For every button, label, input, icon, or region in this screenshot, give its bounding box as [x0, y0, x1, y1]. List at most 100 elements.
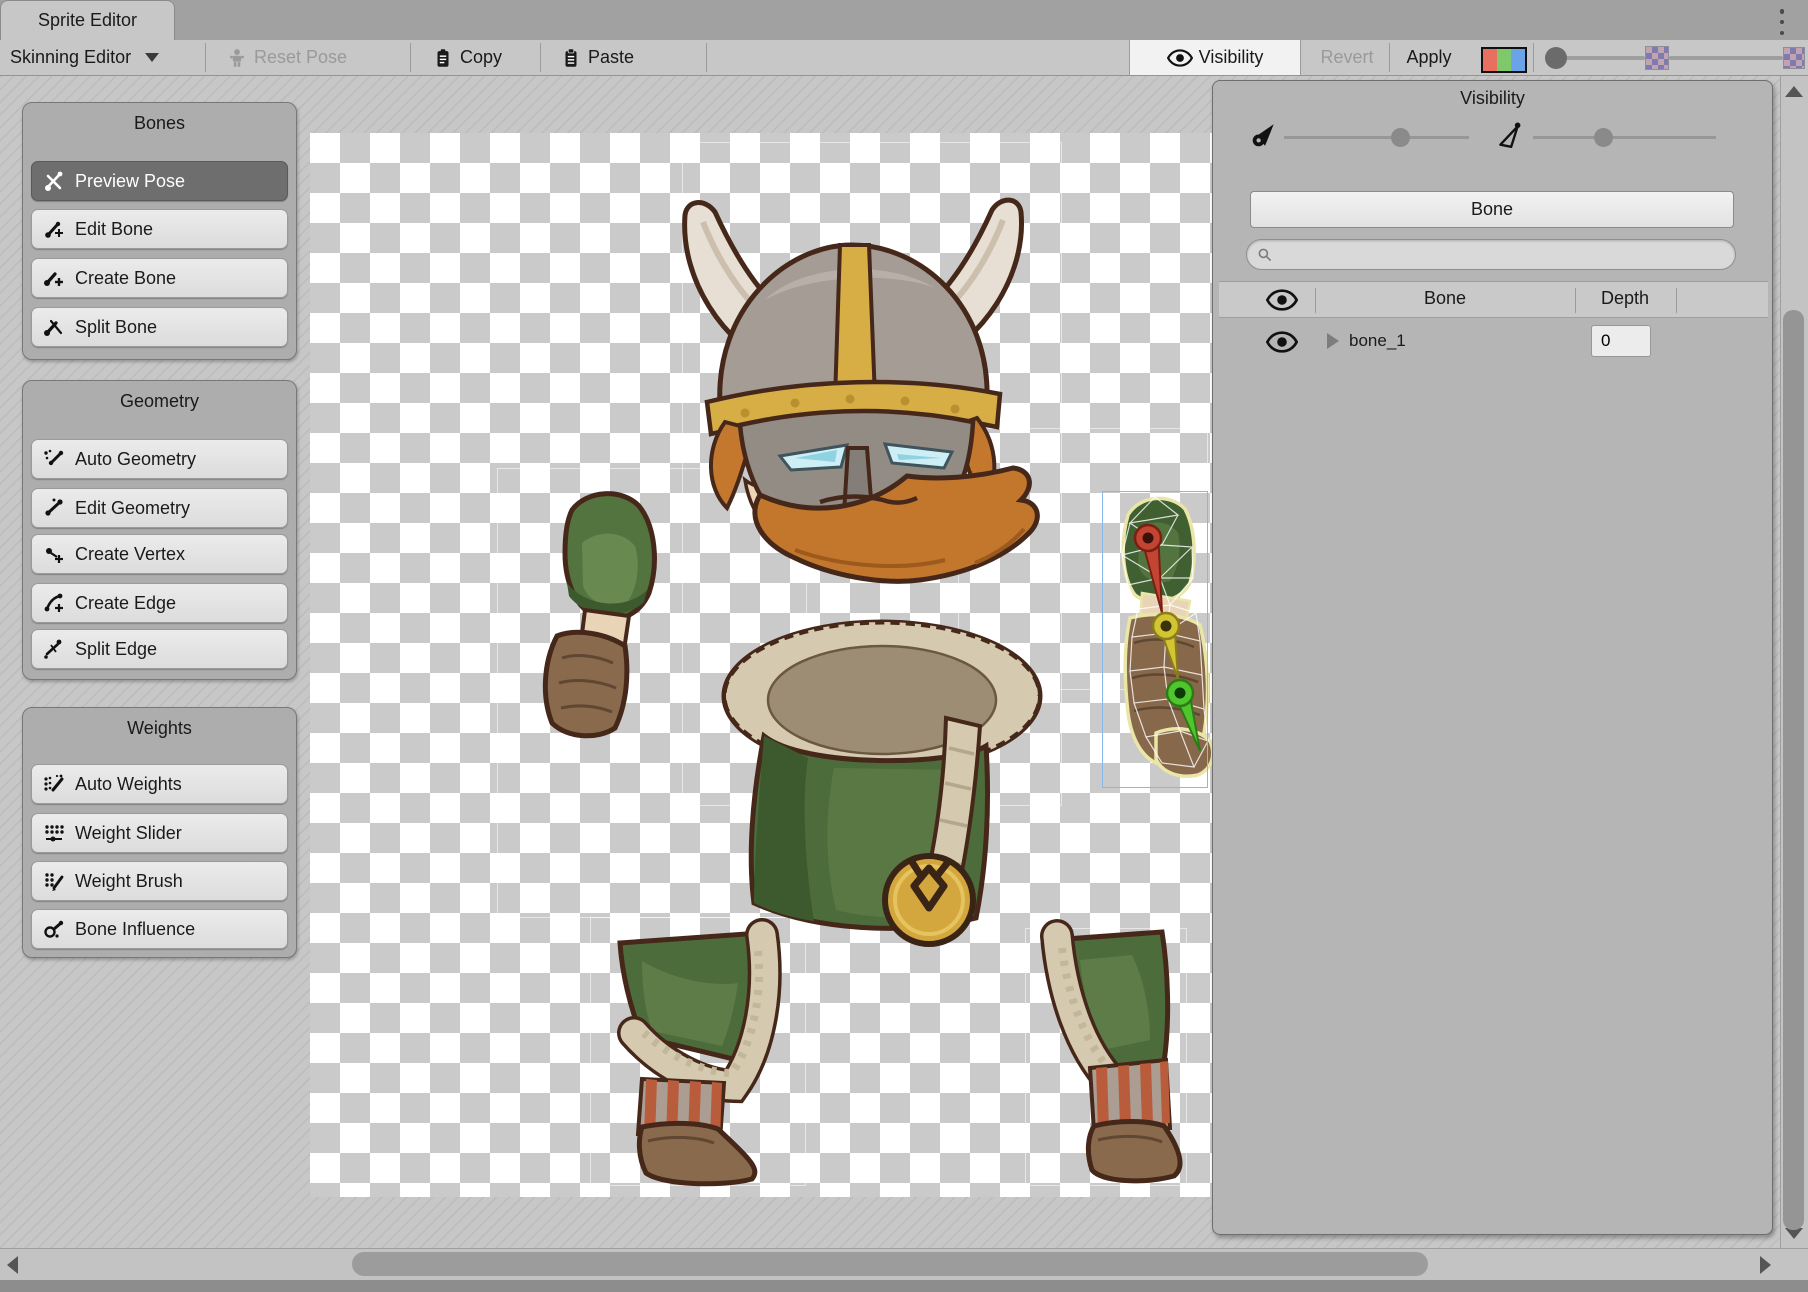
create-vertex-icon: [42, 542, 66, 566]
button-label: Preview Pose: [75, 171, 185, 192]
bone-table-header: Bone Depth: [1219, 281, 1768, 318]
chevron-down-icon: [145, 53, 159, 62]
button-label: Edit Geometry: [75, 498, 190, 519]
bone-name-label: bone_1: [1349, 331, 1406, 351]
bone-opacity-slider-handle[interactable]: [1391, 128, 1410, 147]
eye-icon[interactable]: [1266, 331, 1298, 353]
bone-opacity-icon: [1251, 121, 1277, 149]
sprite-alpha-slider-track[interactable]: [1563, 56, 1645, 60]
button-label: Bone Influence: [75, 919, 195, 940]
search-icon: [1257, 247, 1273, 263]
bone-table-row[interactable]: bone_1: [1219, 320, 1768, 364]
weight-slider-button[interactable]: Weight Slider: [31, 813, 288, 853]
weight-brush-icon: [42, 869, 66, 893]
head-sprite: [685, 200, 1038, 581]
split-bone-icon: [42, 315, 66, 339]
eye-icon[interactable]: [1266, 289, 1298, 311]
paste-label: Paste: [588, 47, 634, 68]
button-label: Edit Bone: [75, 219, 153, 240]
horizontal-scrollbar-thumb[interactable]: [352, 1252, 1428, 1276]
bone-influence-icon: [42, 917, 66, 941]
skinning-editor-label: Skinning Editor: [10, 47, 131, 68]
bones-panel-title: Bones: [23, 103, 296, 134]
button-label: Weight Brush: [75, 871, 183, 892]
apply-label: Apply: [1406, 47, 1451, 68]
auto-geometry-button[interactable]: Auto Geometry: [31, 439, 288, 479]
mitten-sprite: [545, 494, 654, 736]
sprite-alpha-slider-handle[interactable]: [1545, 47, 1567, 69]
scroll-up-arrow[interactable]: [1785, 86, 1803, 97]
edit-geometry-button[interactable]: Edit Geometry: [31, 488, 288, 528]
edit-bone-icon: [42, 217, 66, 241]
bone-tab-button[interactable]: Bone: [1250, 191, 1734, 228]
create-vertex-button[interactable]: Create Vertex: [31, 534, 288, 574]
mesh-opacity-slider-track[interactable]: [1533, 136, 1716, 139]
preview-pose-icon: [42, 169, 66, 193]
bone-column-header[interactable]: Bone: [1339, 288, 1551, 309]
window-bottom-edge: [0, 1280, 1808, 1292]
button-label: Auto Weights: [75, 774, 182, 795]
weight-brush-button[interactable]: Weight Brush: [31, 861, 288, 901]
overflow-menu-icon[interactable]: [1774, 9, 1790, 35]
create-bone-button[interactable]: Create Bone: [31, 258, 288, 298]
bone-influence-button[interactable]: Bone Influence: [31, 909, 288, 949]
scroll-right-arrow[interactable]: [1760, 1256, 1771, 1274]
edit-geometry-icon: [42, 496, 66, 520]
copy-button[interactable]: Copy: [424, 40, 510, 75]
right-leg-sprite: [1052, 932, 1180, 1181]
bone-search-field[interactable]: [1246, 239, 1736, 270]
split-bone-button[interactable]: Split Bone: [31, 307, 288, 347]
split-edge-button[interactable]: Split Edge: [31, 629, 288, 669]
sprite-alpha-slider-track[interactable]: [1669, 56, 1783, 60]
eye-icon: [1167, 49, 1193, 67]
reset-pose-label: Reset Pose: [254, 47, 347, 68]
bone-tab-label: Bone: [1471, 199, 1513, 220]
button-label: Create Vertex: [75, 544, 185, 565]
skinning-editor-dropdown[interactable]: Skinning Editor: [2, 40, 167, 75]
left-leg-sprite: [620, 933, 765, 1184]
torso-sprite: [724, 622, 1040, 944]
viking-sprite-parts: [310, 133, 1212, 1197]
edit-bone-button[interactable]: Edit Bone: [31, 209, 288, 249]
auto-weights-button[interactable]: Auto Weights: [31, 764, 288, 804]
split-edge-icon: [42, 637, 66, 661]
sprite-color-swatch-button[interactable]: [1481, 47, 1527, 73]
paste-button[interactable]: Paste: [552, 40, 642, 75]
create-edge-icon: [42, 591, 66, 615]
expander-triangle-icon[interactable]: [1327, 333, 1339, 349]
preview-pose-button[interactable]: Preview Pose: [31, 161, 288, 201]
visibility-toggle-button[interactable]: Visibility: [1129, 40, 1301, 75]
tab-sprite-editor[interactable]: Sprite Editor: [0, 0, 175, 40]
sprite-sheet-thumbnail-icon[interactable]: [1783, 47, 1805, 69]
button-label: Split Edge: [75, 639, 157, 660]
weights-panel-title: Weights: [23, 708, 296, 739]
visibility-panel-title: Visibility: [1213, 88, 1772, 109]
revert-button[interactable]: Revert: [1305, 40, 1389, 75]
person-icon: [226, 47, 248, 69]
clipboard-icon: [560, 47, 582, 69]
copy-label: Copy: [460, 47, 502, 68]
button-label: Split Bone: [75, 317, 157, 338]
auto-geometry-icon: [42, 447, 66, 471]
button-label: Create Bone: [75, 268, 176, 289]
create-edge-button[interactable]: Create Edge: [31, 583, 288, 623]
weight-slider-icon: [42, 821, 66, 845]
mesh-opacity-slider-handle[interactable]: [1594, 128, 1613, 147]
tab-label: Sprite Editor: [38, 10, 137, 31]
search-input[interactable]: [1273, 246, 1713, 263]
bone-opacity-slider-track[interactable]: [1284, 136, 1469, 139]
apply-button[interactable]: Apply: [1391, 40, 1467, 75]
auto-weights-icon: [42, 772, 66, 796]
arm-sprite-with-bones: [1122, 497, 1212, 776]
vertical-scrollbar-thumb[interactable]: [1783, 310, 1804, 1230]
depth-column-header[interactable]: Depth: [1579, 288, 1671, 309]
button-label: Weight Slider: [75, 823, 182, 844]
visibility-panel: Visibility Bone Bone Depth: [1212, 80, 1773, 1235]
button-label: Auto Geometry: [75, 449, 196, 470]
sprite-sheet-thumbnail-icon[interactable]: [1645, 46, 1669, 70]
visibility-label: Visibility: [1199, 47, 1264, 68]
scroll-left-arrow[interactable]: [7, 1256, 18, 1274]
depth-input[interactable]: [1591, 325, 1651, 357]
weights-panel: Weights Auto Weights Weight Slider Weigh…: [22, 707, 297, 958]
reset-pose-button[interactable]: Reset Pose: [218, 40, 355, 75]
